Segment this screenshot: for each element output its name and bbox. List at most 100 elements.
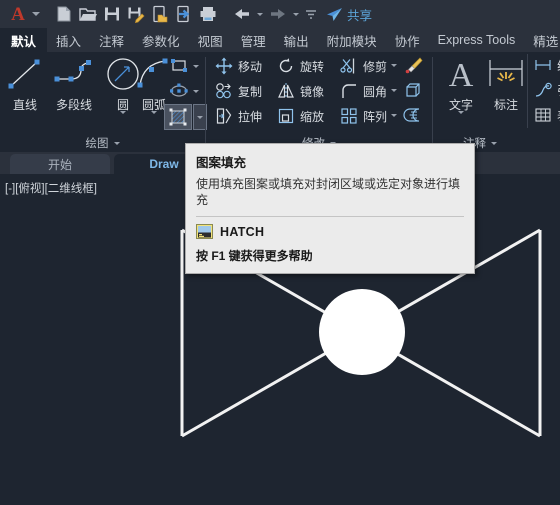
chevron-down-icon <box>458 111 464 131</box>
redo-dropdown[interactable] <box>290 2 302 26</box>
ellipse-dropdown[interactable] <box>190 82 202 100</box>
hatch-tool[interactable] <box>164 104 192 130</box>
save-button[interactable] <box>100 2 124 26</box>
rotate-label: 旋转 <box>300 59 325 74</box>
array-button[interactable]: 阵列 <box>339 106 387 126</box>
scale-button[interactable]: 缩放 <box>276 106 324 126</box>
move-button[interactable]: 移动 <box>214 56 262 76</box>
match-properties-tool[interactable] <box>402 54 424 76</box>
layers-icon <box>403 108 420 122</box>
linear-dimension-button[interactable]: 线性 <box>533 55 560 75</box>
panel-modify: 移动 旋转 修剪 复制 镜像 圆角 拉伸 缩放 阵列 <box>206 52 432 152</box>
circle-dropdown[interactable] <box>120 111 126 132</box>
plot-preview-button[interactable] <box>148 2 172 26</box>
ellipse-icon <box>170 83 188 97</box>
chevron-down-icon <box>257 12 263 16</box>
leader-icon <box>533 80 553 100</box>
export-button[interactable] <box>172 2 196 26</box>
array-icon <box>339 106 359 126</box>
layer-tool[interactable] <box>402 104 424 126</box>
tab-manage[interactable]: 管理 <box>232 28 275 52</box>
hatch-tooltip: 图案填充 使用填充图案或填充对封闭区域或选定对象进行填充 HATCH 按 F1 … <box>185 143 475 275</box>
text-button[interactable]: A 文字 <box>438 54 484 132</box>
tab-parametric[interactable]: 参数化 <box>133 28 189 52</box>
tab-annotate[interactable]: 注释 <box>90 28 133 52</box>
panel-draw-label[interactable]: 绘图 <box>0 135 205 151</box>
copy-extras-dropdown[interactable] <box>388 82 400 98</box>
rotate-button[interactable]: 旋转 <box>276 56 324 76</box>
solid-editing-tool[interactable] <box>402 79 424 101</box>
chevron-down-icon <box>391 63 397 67</box>
rectangle-icon <box>171 59 187 72</box>
save-icon <box>105 7 119 21</box>
export-icon <box>177 5 190 23</box>
text-dropdown[interactable] <box>458 111 464 132</box>
panel-draw: 直线 多段线 圆 圆弧 绘图 <box>0 52 207 152</box>
ellipse-tool[interactable] <box>168 80 190 102</box>
new-file-button[interactable] <box>52 2 76 26</box>
tab-addins[interactable]: 附加模块 <box>318 28 386 52</box>
move-icon <box>214 56 234 76</box>
move-extras-dropdown[interactable] <box>388 57 400 73</box>
table-button[interactable]: 表格 <box>533 105 560 125</box>
open-folder-icon <box>79 8 97 21</box>
stretch-icon <box>214 106 234 126</box>
save-as-icon <box>128 7 145 24</box>
chevron-down-icon <box>32 12 40 16</box>
undo-arrow-icon <box>235 9 249 19</box>
open-file-button[interactable] <box>76 2 100 26</box>
polyline-button[interactable]: 多段线 <box>48 54 100 113</box>
stretch-button[interactable]: 拉伸 <box>214 106 262 126</box>
copy-button[interactable]: 复制 <box>214 81 262 101</box>
tab-view[interactable]: 视图 <box>189 28 232 52</box>
undo-button[interactable] <box>230 2 254 26</box>
panel-annotation-body: A 文字 标注 <box>433 52 560 132</box>
ribbon-tab-bar: 默认 插入 注释 参数化 视图 管理 输出 附加模块 协作 Express To… <box>0 28 560 52</box>
panel-annotation: A 文字 标注 <box>433 52 560 152</box>
dimension-icon <box>484 54 528 94</box>
panel-draw-body: 直线 多段线 圆 圆弧 <box>0 52 207 132</box>
center-circle <box>319 289 405 375</box>
tab-insert[interactable]: 插入 <box>47 28 90 52</box>
mirror-button[interactable]: 镜像 <box>276 81 324 101</box>
printer-icon <box>200 7 216 21</box>
move-label: 移动 <box>238 59 263 74</box>
stretch-label: 拉伸 <box>238 109 263 124</box>
undo-dropdown[interactable] <box>254 2 266 26</box>
panel-modify-body: 移动 旋转 修剪 复制 镜像 圆角 拉伸 缩放 阵列 <box>206 52 432 130</box>
tab-featured[interactable]: 精选 <box>524 28 560 52</box>
tab-collaborate[interactable]: 协作 <box>386 28 429 52</box>
save-as-button[interactable] <box>124 2 148 26</box>
plot-preview-icon <box>153 5 168 23</box>
share-label[interactable]: 共享 <box>347 5 372 24</box>
line-button[interactable]: 直线 <box>2 54 48 113</box>
fillet-icon <box>339 81 359 101</box>
app-menu-dropdown[interactable] <box>30 2 42 26</box>
tooltip-title: 图案填充 <box>196 156 247 170</box>
trim-button[interactable]: 修剪 <box>339 56 387 76</box>
redo-button[interactable] <box>266 2 290 26</box>
tab-express-tools[interactable]: Express Tools <box>429 28 525 52</box>
dimension-button[interactable]: 标注 <box>483 54 529 113</box>
print-button[interactable] <box>196 2 220 26</box>
tab-output[interactable]: 输出 <box>275 28 318 52</box>
rectangle-dropdown[interactable] <box>190 57 202 75</box>
text-a-icon: A <box>441 54 481 94</box>
copy-icon <box>214 81 234 101</box>
leader-button[interactable]: 引线 <box>533 80 560 100</box>
customize-qat-button[interactable] <box>302 2 320 26</box>
chevron-down-icon <box>197 115 203 119</box>
arc-dropdown[interactable] <box>151 111 157 132</box>
tooltip-help: 按 F1 键获得更多帮助 <box>196 249 313 264</box>
tab-default[interactable]: 默认 <box>0 28 48 52</box>
share-button[interactable] <box>324 2 344 26</box>
svg-text:A: A <box>449 57 474 94</box>
rectangle-tool[interactable] <box>168 55 190 77</box>
stretch-extras-dropdown[interactable] <box>388 107 400 123</box>
fillet-button[interactable]: 圆角 <box>339 81 387 101</box>
scale-icon <box>276 106 296 126</box>
doctab-start[interactable]: 开始 <box>10 154 110 174</box>
trim-icon <box>339 56 359 76</box>
rotate-icon <box>276 56 296 76</box>
app-menu-button[interactable]: A <box>6 2 30 26</box>
